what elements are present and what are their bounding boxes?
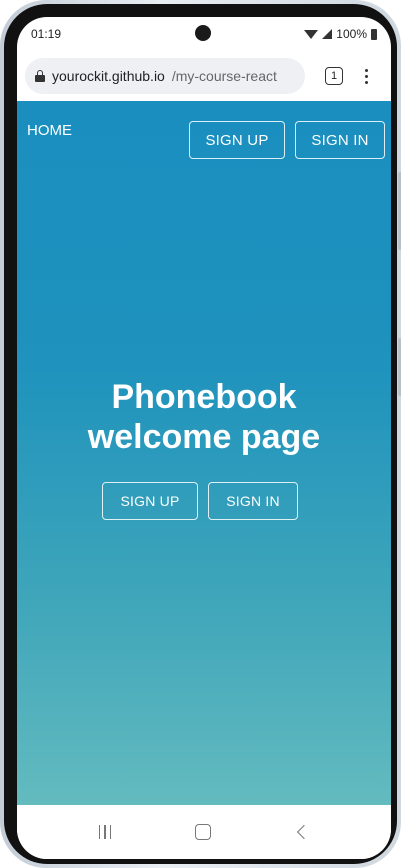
nav-signin-button[interactable]: SIGN IN bbox=[295, 121, 385, 159]
screen: 01:19 100% yourockit.github.io /my-cours… bbox=[17, 17, 391, 859]
hero-signup-button[interactable]: SIGN UP bbox=[102, 482, 198, 520]
menu-icon[interactable] bbox=[365, 68, 368, 84]
nav-signup-button[interactable]: SIGN UP bbox=[189, 121, 285, 159]
page-title-line2: welcome page bbox=[87, 418, 321, 456]
status-bar: 01:19 100% bbox=[17, 17, 391, 51]
phone-frame: 01:19 100% yourockit.github.io /my-cours… bbox=[0, 0, 401, 868]
recents-icon[interactable] bbox=[98, 825, 112, 839]
page-title-line1: Phonebook bbox=[111, 378, 297, 416]
battery-level: 100% bbox=[336, 27, 367, 41]
address-bar[interactable]: yourockit.github.io /my-course-react bbox=[25, 58, 305, 94]
home-link[interactable]: HOME bbox=[27, 122, 72, 139]
web-page: HOME SIGN UP SIGN IN Phonebook welcome p… bbox=[17, 101, 391, 805]
url-host: yourockit.github.io bbox=[52, 68, 165, 84]
site-navbar: HOME SIGN UP SIGN IN bbox=[17, 101, 391, 159]
back-icon[interactable] bbox=[296, 824, 312, 840]
battery-icon bbox=[371, 28, 377, 40]
tabs-icon[interactable]: 1 bbox=[325, 67, 343, 85]
front-camera bbox=[195, 25, 211, 41]
url-path: /my-course-react bbox=[171, 68, 277, 84]
home-icon[interactable] bbox=[195, 824, 212, 840]
status-icons: 100% bbox=[304, 27, 377, 41]
lock-icon bbox=[35, 70, 45, 82]
browser-toolbar: yourockit.github.io /my-course-react 1 bbox=[17, 51, 391, 101]
wifi-icon bbox=[304, 29, 319, 39]
status-time: 01:19 bbox=[31, 27, 62, 41]
phone-bezel: 01:19 100% yourockit.github.io /my-cours… bbox=[4, 4, 397, 864]
hero-signin-button[interactable]: SIGN IN bbox=[208, 482, 298, 520]
system-nav-bar bbox=[17, 805, 391, 859]
page-title: Phonebook welcome page bbox=[17, 377, 391, 457]
signal-icon bbox=[322, 29, 333, 39]
